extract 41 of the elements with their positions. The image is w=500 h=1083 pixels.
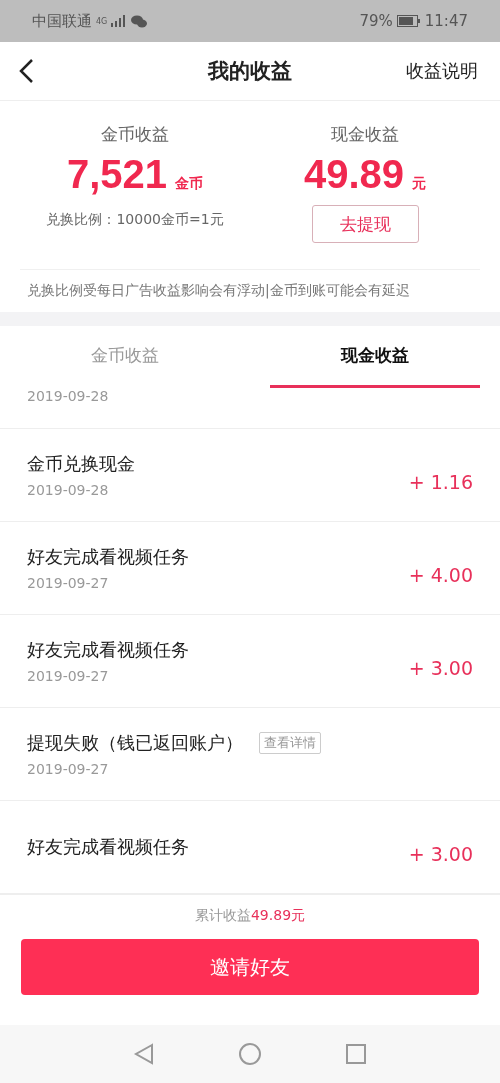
- coin-earnings-label: 金币收益: [101, 123, 169, 146]
- earnings-info-link[interactable]: 收益说明: [406, 59, 478, 83]
- record-date: 2019-09-27: [27, 668, 110, 684]
- network-type: 4G: [96, 16, 108, 26]
- record-date: 2019-09-27: [27, 575, 110, 591]
- view-details-button[interactable]: 查看详情: [259, 732, 321, 754]
- battery-percent: 79%: [359, 12, 393, 30]
- record-amount: + 3.00: [408, 843, 473, 865]
- total-amount: 49.89元: [250, 907, 306, 923]
- withdraw-button[interactable]: 去提现: [311, 205, 419, 243]
- coin-unit: 金币: [175, 175, 204, 193]
- record-title: 好友完成看视频任务: [27, 545, 189, 569]
- signal-icon: [111, 15, 128, 27]
- record-date: 2019-09-28: [27, 388, 109, 404]
- coin-amount: 7,521: [66, 152, 168, 197]
- record-amount: + 1.16: [408, 471, 473, 493]
- tab[interactable]: 现金收益: [270, 326, 480, 388]
- record-title: 好友完成看视频任务: [27, 835, 189, 859]
- chat-icon: [131, 14, 148, 28]
- invite-friends-button[interactable]: 邀请好友: [21, 939, 479, 995]
- record-title: 提现失败（钱已返回账户）: [27, 731, 243, 755]
- tab[interactable]: 金币收益: [20, 326, 230, 388]
- record-title: 金币兑换现金: [27, 452, 135, 476]
- record-date: 2019-09-27: [27, 761, 110, 777]
- cash-amount: 49.89: [303, 152, 405, 197]
- record-date: 2019-09-28: [27, 482, 110, 498]
- clock-time: 11:47: [424, 12, 468, 30]
- exchange-rate-text: 兑换比例：10000金币=1元: [46, 211, 224, 229]
- home-nav-icon[interactable]: [239, 1043, 261, 1065]
- back-icon[interactable]: [18, 58, 34, 84]
- page-title: 我的收益: [208, 58, 292, 85]
- cash-earnings-label: 现金收益: [331, 123, 399, 146]
- recents-nav-icon[interactable]: [345, 1043, 367, 1065]
- battery-icon: [396, 15, 421, 27]
- back-nav-icon[interactable]: [133, 1043, 155, 1065]
- cash-unit: 元: [412, 175, 427, 193]
- carrier-name: 中国联通: [32, 11, 92, 31]
- record-amount: + 3.00: [408, 657, 473, 679]
- record-title: 好友完成看视频任务: [27, 638, 189, 662]
- total-label: 累计收益: [194, 907, 251, 923]
- record-amount: + 4.00: [408, 564, 473, 586]
